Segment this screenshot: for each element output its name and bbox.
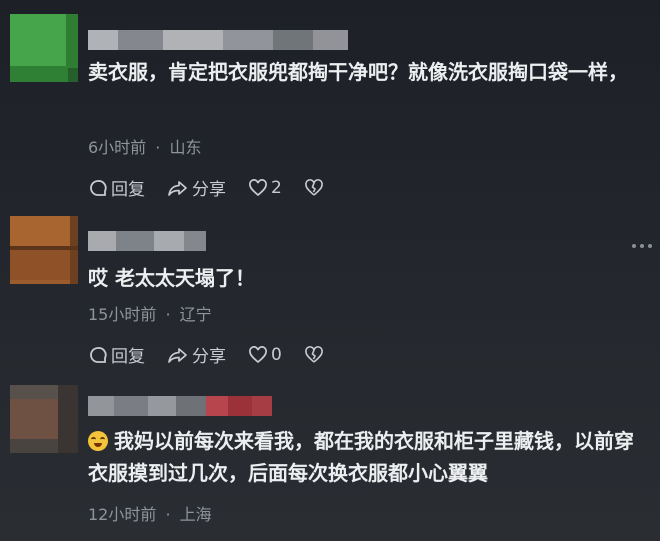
username-blurred[interactable] xyxy=(88,396,272,416)
more-options-button[interactable] xyxy=(632,244,652,248)
comment-location: 山东 xyxy=(169,138,202,157)
comment-time: 12小时前 xyxy=(88,505,157,524)
dislike-button[interactable] xyxy=(304,178,327,198)
comment-meta: 6小时前 · 山东 xyxy=(88,134,201,158)
comment-time: 15小时前 xyxy=(88,305,157,324)
heart-icon xyxy=(249,178,267,196)
avatar[interactable] xyxy=(10,216,78,284)
reply-label: 回复 xyxy=(111,347,145,367)
laughing-crying-emoji-icon xyxy=(88,431,108,451)
reply-button[interactable]: 回复 xyxy=(88,342,145,367)
comment-time: 6小时前 xyxy=(88,138,147,157)
action-bar: 回复 分享 2 xyxy=(88,175,349,200)
comment-text: 哎 老太太天塌了！ xyxy=(88,266,255,290)
reply-icon xyxy=(90,179,107,196)
separator-dot: · xyxy=(155,138,161,157)
broken-heart-icon xyxy=(304,345,323,363)
share-button[interactable]: 分享 xyxy=(167,175,226,200)
share-icon xyxy=(168,347,187,363)
share-label: 分享 xyxy=(192,180,226,200)
share-icon xyxy=(168,180,187,196)
separator-dot: · xyxy=(165,305,171,324)
reply-label: 回复 xyxy=(111,180,145,200)
comment-text-body: 我妈以前每次来看我，都在我的衣服和柜子里藏钱，以前穿衣服摸到过几次，后面每次换衣… xyxy=(88,429,634,485)
like-button[interactable]: 0 xyxy=(248,345,282,365)
comment-text: 卖衣服，肯定把衣服兜都掏干净吧？就像洗衣服掏口袋一样， xyxy=(88,60,628,84)
like-button[interactable]: 2 xyxy=(248,178,282,198)
avatar[interactable] xyxy=(10,385,78,453)
comment-meta: 12小时前 · 上海 xyxy=(88,501,212,525)
reply-button[interactable]: 回复 xyxy=(88,175,145,200)
comment-location: 辽宁 xyxy=(179,305,212,324)
like-count: 2 xyxy=(271,177,282,198)
username-blurred[interactable] xyxy=(88,30,348,50)
dislike-button[interactable] xyxy=(304,345,327,365)
comment-text: 我妈以前每次来看我，都在我的衣服和柜子里藏钱，以前穿衣服摸到过几次，后面每次换衣… xyxy=(88,425,653,489)
like-count: 0 xyxy=(271,344,282,365)
separator-dot: · xyxy=(165,505,171,524)
avatar[interactable] xyxy=(10,14,78,82)
share-label: 分享 xyxy=(192,347,226,367)
share-button[interactable]: 分享 xyxy=(167,342,226,367)
broken-heart-icon xyxy=(304,178,323,196)
heart-icon xyxy=(249,345,267,363)
comment-meta: 15小时前 · 辽宁 xyxy=(88,301,212,325)
username-blurred[interactable] xyxy=(88,231,206,251)
action-bar: 回复 分享 0 xyxy=(88,342,349,367)
comment-location: 上海 xyxy=(179,505,212,524)
reply-icon xyxy=(90,346,107,363)
